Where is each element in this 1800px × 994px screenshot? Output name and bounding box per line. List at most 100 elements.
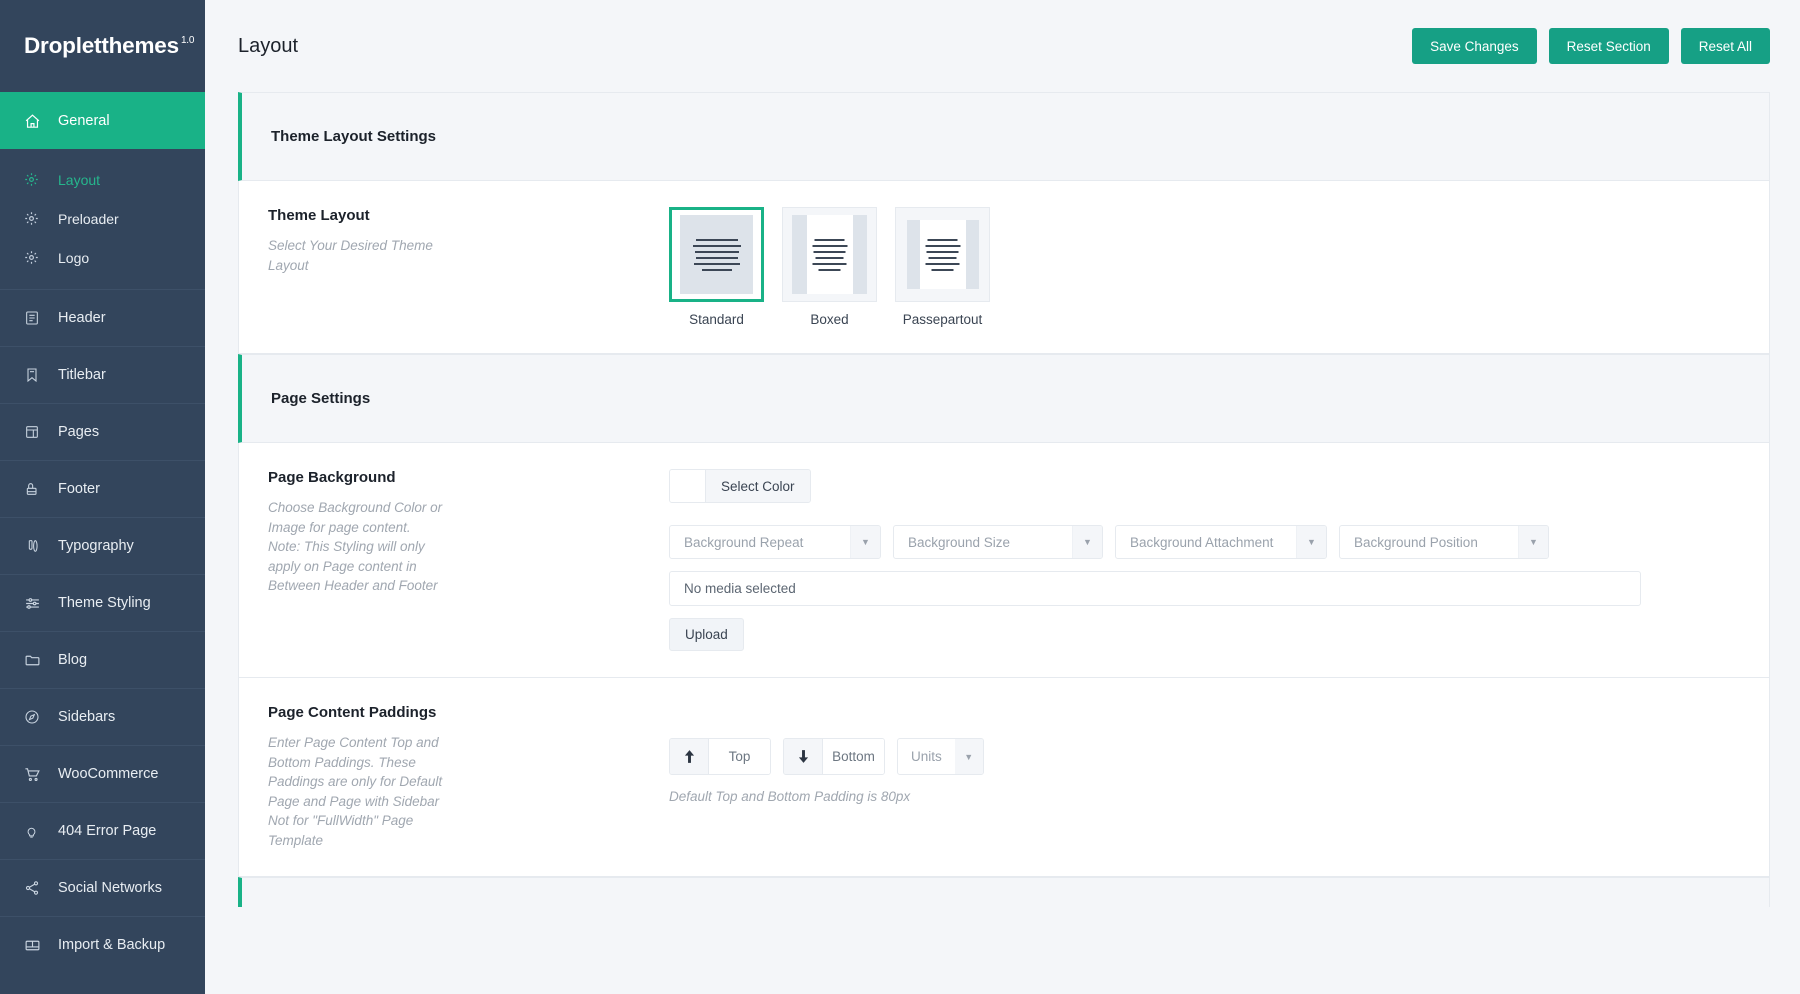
sidebar-item-label: Blog xyxy=(58,652,88,668)
theme-layout-thumb-standard[interactable] xyxy=(669,207,764,302)
color-swatch xyxy=(670,470,706,502)
theme-layout-thumb-boxed[interactable] xyxy=(782,207,877,302)
padding-controls: Units ▼ xyxy=(669,738,1739,775)
reset-section-button[interactable]: Reset Section xyxy=(1548,28,1669,64)
brand-logo[interactable]: Dropletthemes 1.0 xyxy=(0,0,205,92)
background-size-select[interactable]: Background Size ▼ xyxy=(893,525,1103,559)
field-page-content-paddings: Page Content Paddings Enter Page Content… xyxy=(238,678,1770,878)
field-label-block: Page Background Choose Background Color … xyxy=(239,469,669,651)
gear-icon xyxy=(24,172,50,187)
sidebar-item-label: Social Networks xyxy=(58,880,162,896)
sidebar-item-label: Import & Backup xyxy=(58,937,166,953)
media-selected-field[interactable]: No media selected xyxy=(669,571,1641,606)
field-title: Page Background xyxy=(268,469,396,486)
top-padding-input[interactable] xyxy=(709,739,770,774)
gear-icon xyxy=(24,211,50,226)
sidebar-item-pages[interactable]: Pages xyxy=(0,403,205,460)
select-value: Background Position xyxy=(1354,534,1478,550)
sidebar-item-blog[interactable]: Blog xyxy=(0,631,205,688)
section-header-next-peek xyxy=(238,877,1770,908)
typography-icon xyxy=(24,538,50,554)
section-header-page-settings: Page Settings xyxy=(238,354,1770,443)
sidebar-subitem-preloader[interactable]: Preloader xyxy=(0,199,205,238)
app-root: Dropletthemes 1.0 General Layout Preload… xyxy=(0,0,1800,994)
sidebar-item-header[interactable]: Header xyxy=(0,289,205,346)
background-repeat-select[interactable]: Background Repeat ▼ xyxy=(669,525,881,559)
pages-icon xyxy=(24,424,50,440)
main-panel: Layout Save Changes Reset Section Reset … xyxy=(205,0,1800,994)
field-title: Theme Layout xyxy=(268,207,370,224)
section-title: Page Settings xyxy=(271,390,371,407)
top-padding-control[interactable] xyxy=(669,738,771,775)
background-position-select[interactable]: Background Position ▼ xyxy=(1339,525,1549,559)
select-value: Background Size xyxy=(908,534,1011,550)
field-description: Select Your Desired Theme Layout xyxy=(268,238,433,273)
home-icon xyxy=(24,113,50,130)
background-dropdowns: Background Repeat ▼ Background Size ▼ Ba… xyxy=(669,525,1739,559)
boxed-layout-preview xyxy=(792,215,867,294)
field-theme-layout: Theme Layout Select Your Desired Theme L… xyxy=(238,181,1770,354)
units-select[interactable]: Units ▼ xyxy=(897,738,984,775)
bulb-icon xyxy=(24,824,50,839)
sidebar: Dropletthemes 1.0 General Layout Preload… xyxy=(0,0,205,994)
theme-layout-label: Standard xyxy=(689,312,744,327)
sidebar-item-label: Theme Styling xyxy=(58,595,151,611)
field-description: Enter Page Content Top and Bottom Paddin… xyxy=(268,735,443,848)
sidebar-item-404-error-page[interactable]: 404 Error Page xyxy=(0,802,205,859)
gear-icon xyxy=(24,250,50,265)
field-label-block: Page Content Paddings Enter Page Content… xyxy=(239,704,669,850)
sidebar-subitem-layout[interactable]: Layout xyxy=(0,160,205,199)
field-label-block: Theme Layout Select Your Desired Theme L… xyxy=(239,207,669,327)
compass-icon xyxy=(24,709,50,725)
sidebar-item-label: WooCommerce xyxy=(58,766,159,782)
save-changes-button[interactable]: Save Changes xyxy=(1412,28,1537,64)
sidebar-item-social-networks[interactable]: Social Networks xyxy=(0,859,205,916)
sliders-icon xyxy=(24,595,50,612)
section-title: Theme Layout Settings xyxy=(271,128,437,145)
sidebar-item-label: Typography xyxy=(58,538,134,554)
select-value: Background Repeat xyxy=(684,534,804,550)
sidebar-item-woocommerce[interactable]: WooCommerce xyxy=(0,745,205,802)
sidebar-item-label: Header xyxy=(58,310,106,326)
sidebar-item-import-backup[interactable]: Import & Backup xyxy=(0,916,205,973)
bottom-padding-input[interactable] xyxy=(823,739,884,774)
theme-layout-option-passepartout[interactable]: Passepartout xyxy=(895,207,990,327)
theme-layout-thumb-passepartout[interactable] xyxy=(895,207,990,302)
field-control-block: Standard Boxed Passepartout xyxy=(669,207,1769,327)
sidebar-item-general[interactable]: General xyxy=(0,92,205,149)
select-value: Background Attachment xyxy=(1130,534,1274,550)
field-page-background: Page Background Choose Background Color … xyxy=(238,443,1770,678)
chevron-down-icon: ▼ xyxy=(1296,526,1326,558)
background-attachment-select[interactable]: Background Attachment ▼ xyxy=(1115,525,1327,559)
field-control-block: Units ▼ Default Top and Bottom Padding i… xyxy=(669,704,1769,850)
select-color-button[interactable]: Select Color xyxy=(669,469,811,503)
sidebar-subitem-label: Logo xyxy=(58,249,90,266)
theme-layout-option-standard[interactable]: Standard xyxy=(669,207,764,327)
preview-lines xyxy=(812,238,847,271)
page-title: Layout xyxy=(238,34,299,57)
chevron-down-icon: ▼ xyxy=(1072,526,1102,558)
settings-content: Theme Layout Settings Theme Layout Selec… xyxy=(205,92,1800,994)
sidebar-subitem-logo[interactable]: Logo xyxy=(0,238,205,277)
footer-icon xyxy=(24,481,50,497)
standard-layout-preview xyxy=(680,215,753,294)
passepartout-layout-preview xyxy=(905,215,980,294)
folder-icon xyxy=(24,652,50,669)
sidebar-item-typography[interactable]: Typography xyxy=(0,517,205,574)
chevron-down-icon: ▼ xyxy=(954,739,983,774)
field-title: Page Content Paddings xyxy=(268,704,437,721)
sidebar-item-theme-styling[interactable]: Theme Styling xyxy=(0,574,205,631)
sidebar-item-label: 404 Error Page xyxy=(58,823,157,839)
sidebar-item-titlebar[interactable]: Titlebar xyxy=(0,346,205,403)
sidebar-item-sidebars[interactable]: Sidebars xyxy=(0,688,205,745)
select-color-label: Select Color xyxy=(706,470,810,502)
reset-all-button[interactable]: Reset All xyxy=(1680,28,1770,64)
bottom-padding-control[interactable] xyxy=(783,738,885,775)
sidebar-item-label: General xyxy=(58,113,110,129)
theme-layout-option-boxed[interactable]: Boxed xyxy=(782,207,877,327)
brand-name: Dropletthemes xyxy=(24,33,179,58)
sidebar-item-footer[interactable]: Footer xyxy=(0,460,205,517)
drive-icon xyxy=(24,937,50,954)
bookmark-icon xyxy=(24,367,50,383)
upload-button[interactable]: Upload xyxy=(669,618,744,651)
